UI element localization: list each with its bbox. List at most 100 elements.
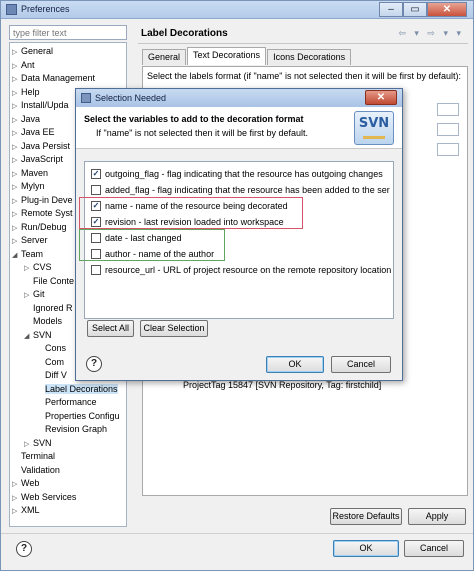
tab-general[interactable]: General bbox=[142, 49, 187, 65]
dialog-cancel-button[interactable]: Cancel bbox=[331, 356, 391, 373]
tree-expand-icon[interactable]: ▷ bbox=[12, 114, 21, 127]
tree-expand-icon[interactable]: ▷ bbox=[12, 505, 21, 518]
tree-item-label: Help bbox=[21, 86, 40, 97]
help-icon[interactable]: ? bbox=[16, 541, 32, 557]
tree-expand-icon[interactable]: ▷ bbox=[12, 46, 21, 59]
tree-expand-icon[interactable]: ▷ bbox=[12, 127, 21, 140]
tree-item[interactable]: ▷ Install/Upda bbox=[12, 99, 69, 112]
tree-item[interactable]: ▷ JavaScript bbox=[12, 153, 63, 166]
tree-item[interactable]: ▷ Java EE bbox=[12, 126, 55, 139]
tree-expand-icon[interactable]: ▷ bbox=[12, 154, 21, 167]
checkbox[interactable]: ✓ bbox=[91, 169, 101, 179]
tree-expand-icon[interactable]: ▷ bbox=[12, 60, 21, 73]
tree-item[interactable]: Diff V bbox=[36, 369, 67, 382]
tree-expand-icon[interactable]: ▷ bbox=[12, 168, 21, 181]
tree-item[interactable]: Models bbox=[24, 315, 62, 328]
tree-item-label: XML bbox=[21, 505, 40, 515]
format-field[interactable] bbox=[437, 123, 459, 136]
tree-item[interactable]: ▷ Server bbox=[12, 234, 48, 247]
clear-selection-button[interactable]: Clear Selection bbox=[140, 320, 208, 337]
variable-row[interactable]: ✓ outgoing_flag - flag indicating that t… bbox=[85, 166, 393, 182]
maximize-button[interactable]: ▭ bbox=[403, 2, 427, 17]
tree-item-label: Validation bbox=[21, 464, 60, 475]
tree-expand-icon[interactable]: ▷ bbox=[24, 262, 33, 275]
tree-item[interactable]: ◢ Team bbox=[12, 248, 43, 261]
tree-item[interactable]: ▷ Remote Syst bbox=[12, 207, 73, 220]
tree-item-label: Com bbox=[45, 356, 65, 367]
tree-item-label: General bbox=[21, 46, 54, 56]
checkbox[interactable] bbox=[91, 185, 101, 195]
tree-item[interactable]: ▷ Mylyn bbox=[12, 180, 45, 193]
tree-expand-icon[interactable]: ▷ bbox=[12, 222, 21, 235]
tree-expand-icon[interactable]: ▷ bbox=[12, 73, 21, 86]
tree-item[interactable]: Ignored R bbox=[24, 302, 73, 315]
tree-item[interactable]: Validation bbox=[12, 464, 60, 477]
tree-expand-icon[interactable]: ▷ bbox=[12, 492, 21, 505]
tree-expand-icon[interactable]: ▷ bbox=[12, 235, 21, 248]
tree-item[interactable]: ▷ Java bbox=[12, 113, 40, 126]
tree-expand-icon[interactable]: ▷ bbox=[24, 289, 33, 302]
tree-item[interactable]: ▷ General bbox=[12, 45, 53, 58]
tree-expand-icon[interactable]: ▷ bbox=[12, 141, 21, 154]
tree-expand-icon[interactable]: ▷ bbox=[12, 181, 21, 194]
tab-text-decorations[interactable]: Text Decorations bbox=[187, 47, 267, 65]
tree-item[interactable]: Revision Graph bbox=[36, 423, 107, 436]
tree-expand-icon[interactable]: ▷ bbox=[24, 438, 33, 451]
variable-row[interactable]: resource_url - URL of project resource o… bbox=[85, 262, 393, 278]
tree-item[interactable]: ▷ Maven bbox=[12, 167, 48, 180]
tree-item[interactable]: ◢ SVN bbox=[24, 329, 52, 342]
tree-item[interactable]: ▷ Web bbox=[12, 477, 39, 490]
tree-item[interactable]: ▷ SVN bbox=[24, 437, 52, 450]
svn-logo-icon: SVN bbox=[354, 111, 394, 145]
tab-bar: General Text Decorations Icons Decoratio… bbox=[142, 47, 352, 66]
tree-item[interactable]: ▷ Data Management bbox=[12, 72, 95, 85]
history-nav-icon[interactable]: ⇦ ▾ ⇨ ▾ ▾ bbox=[398, 28, 464, 39]
close-button[interactable]: ✕ bbox=[427, 2, 467, 17]
dialog-close-button[interactable]: ✕ bbox=[365, 90, 397, 105]
format-field[interactable] bbox=[437, 103, 459, 116]
tree-item-label: Ignored R bbox=[33, 302, 73, 313]
dialog-help-icon[interactable]: ? bbox=[86, 356, 102, 372]
window-titlebar[interactable]: Preferences – ▭ ✕ bbox=[1, 1, 473, 19]
tree-item[interactable]: ▷ Ant bbox=[12, 59, 35, 72]
tree-item[interactable]: ▷ Web Services bbox=[12, 491, 76, 504]
checkbox[interactable] bbox=[91, 265, 101, 275]
ok-button[interactable]: OK bbox=[333, 540, 399, 557]
tree-item-label: Models bbox=[33, 316, 63, 326]
tree-expand-icon[interactable]: ◢ bbox=[24, 330, 33, 343]
format-field[interactable] bbox=[437, 143, 459, 156]
tree-expand-icon[interactable]: ▷ bbox=[12, 100, 21, 113]
filter-input[interactable] bbox=[9, 25, 127, 40]
tree-item[interactable]: ▷ Git bbox=[24, 288, 45, 301]
tree-item[interactable]: ▷ Java Persist bbox=[12, 140, 70, 153]
variable-label: added_flag - flag indicating that the re… bbox=[105, 185, 390, 195]
apply-button[interactable]: Apply bbox=[408, 508, 466, 525]
tree-expand-icon[interactable]: ▷ bbox=[12, 478, 21, 491]
tree-item[interactable]: Terminal bbox=[12, 450, 55, 463]
tree-item[interactable]: ▷ Run/Debug bbox=[12, 221, 67, 234]
tree-expand-icon[interactable]: ▷ bbox=[12, 195, 21, 208]
tree-item-label: Mylyn bbox=[21, 181, 45, 191]
minimize-button[interactable]: – bbox=[379, 2, 403, 17]
variable-label: resource_url - URL of project resource o… bbox=[105, 265, 392, 275]
tree-expand-icon[interactable]: ▷ bbox=[12, 87, 21, 100]
tab-icons-decorations[interactable]: Icons Decorations bbox=[267, 49, 352, 65]
tree-item[interactable]: Cons bbox=[36, 342, 66, 355]
tree-item[interactable]: ▷ Plug-in Deve bbox=[12, 194, 73, 207]
tree-item[interactable]: File Conte bbox=[24, 275, 74, 288]
tree-item[interactable]: ▷ CVS bbox=[24, 261, 52, 274]
cancel-button[interactable]: Cancel bbox=[404, 540, 464, 557]
variable-row[interactable]: added_flag - flag indicating that the re… bbox=[85, 182, 393, 198]
tree-item[interactable]: ▷ XML bbox=[12, 504, 40, 517]
tree-item[interactable]: Performance bbox=[36, 396, 97, 409]
tree-item[interactable]: Properties Configu bbox=[36, 410, 120, 423]
restore-defaults-button[interactable]: Restore Defaults bbox=[330, 508, 402, 525]
dialog-titlebar[interactable]: Selection Needed ✕ bbox=[76, 89, 402, 107]
tree-item[interactable]: ▷ Help bbox=[12, 86, 40, 99]
tree-expand-icon[interactable]: ◢ bbox=[12, 249, 21, 262]
dialog-ok-button[interactable]: OK bbox=[266, 356, 324, 373]
select-all-button[interactable]: Select All bbox=[87, 320, 134, 337]
tree-item[interactable]: Label Decorations bbox=[36, 383, 118, 396]
tree-expand-icon[interactable]: ▷ bbox=[12, 208, 21, 221]
tree-item[interactable]: Com bbox=[36, 356, 64, 369]
